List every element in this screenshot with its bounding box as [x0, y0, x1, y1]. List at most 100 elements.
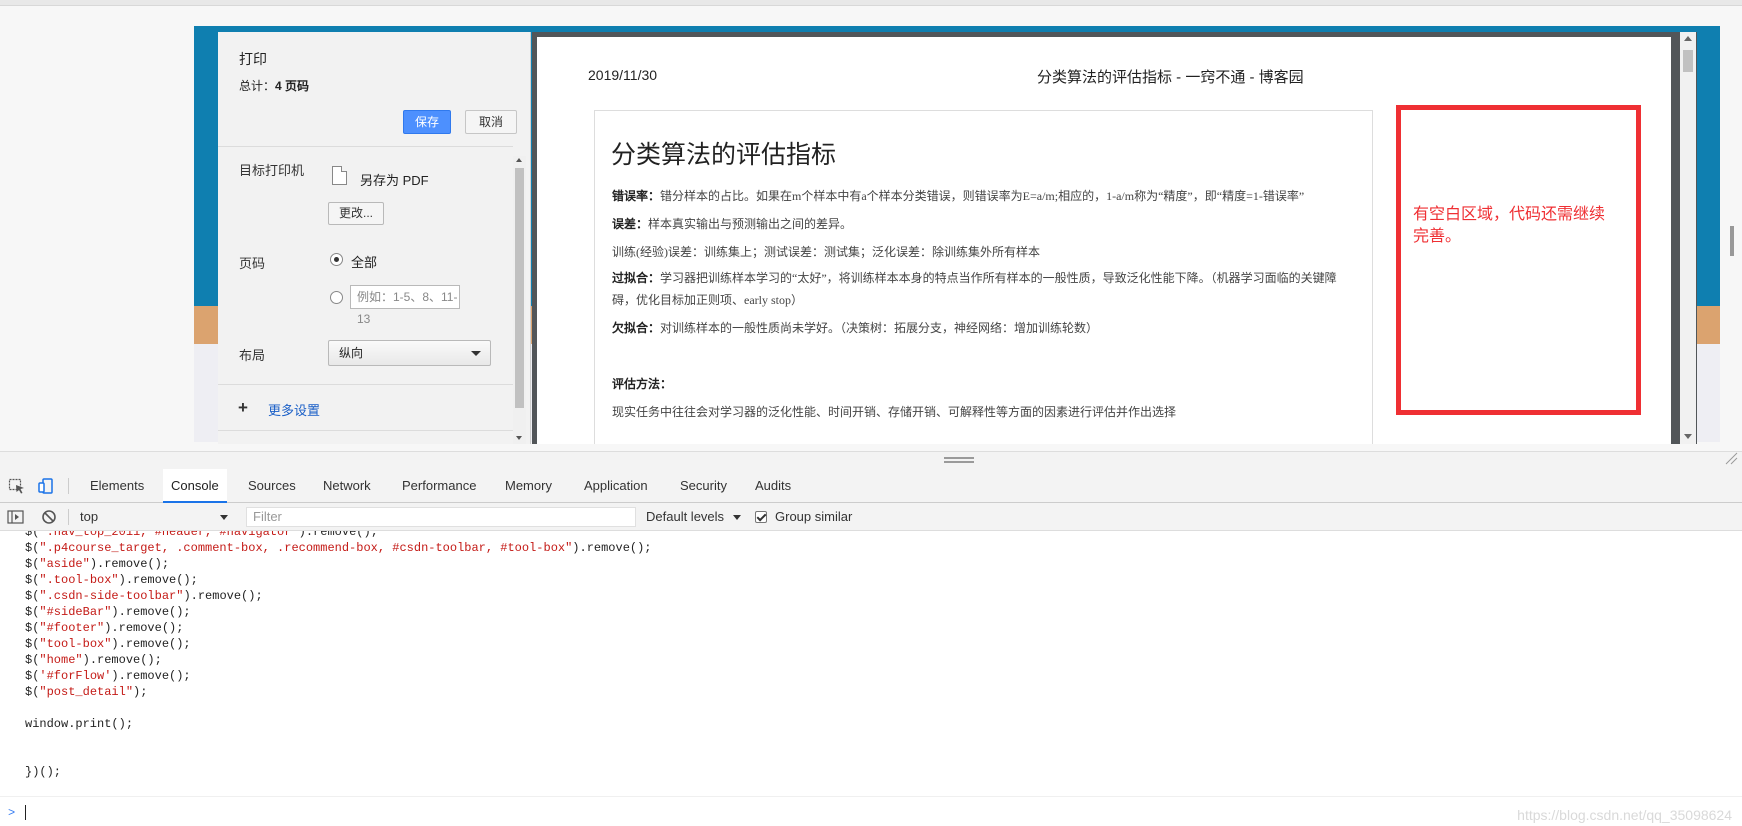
- plus-icon[interactable]: +: [238, 399, 248, 416]
- chevron-down-icon: [733, 515, 741, 520]
- devtools-resize-handle[interactable]: [0, 451, 1742, 469]
- chevron-down-icon: [471, 351, 481, 356]
- term-text: 对训练样本的一般性质尚未学好。（决策树：拓展分支，神经网络：增加训练轮数）: [660, 321, 1099, 335]
- console-filter-input[interactable]: Filter: [246, 507, 636, 527]
- console-line: $(".csdn-side-toolbar").remove();: [25, 589, 263, 603]
- tab-network[interactable]: Network: [315, 469, 379, 503]
- cancel-button[interactable]: 取消: [465, 110, 517, 134]
- divider: [218, 146, 513, 147]
- print-dialog-title: 打印: [239, 51, 267, 67]
- console-line: $("post_detail");: [25, 685, 148, 699]
- tab-security[interactable]: Security: [672, 469, 735, 503]
- term-text: 学习器把训练样本学习的“太好”，将训练样本本身的特点当作所有样本的一般性质，导致…: [612, 271, 1337, 307]
- resize-corner-icon[interactable]: [1724, 451, 1738, 465]
- scroll-down-icon[interactable]: [1684, 434, 1692, 439]
- term-label: 欠拟合：: [612, 321, 661, 335]
- console-line: $("tool-box").remove();: [25, 637, 191, 651]
- console-output[interactable]: $(".nav_top_2011, #header, #navigator").…: [0, 531, 1742, 826]
- change-destination-button[interactable]: 更改...: [328, 202, 384, 225]
- more-settings-link[interactable]: 更多设置: [268, 400, 320, 419]
- pages-label: 页码: [239, 256, 266, 271]
- print-total: 总计：4 页码: [239, 77, 309, 94]
- sidebar-toggle-icon[interactable]: [7, 509, 25, 525]
- article-paragraph: 欠拟合：对训练样本的一般性质尚未学好。（决策树：拓展分支，神经网络：增加训练轮数…: [612, 319, 1098, 336]
- scroll-up-icon[interactable]: [1684, 36, 1692, 41]
- destination-label: 目标打印机: [239, 163, 305, 178]
- article-box: 分类算法的评估指标 错误率：错分样本的占比。如果在m个样本中有a个样本分类错误，…: [594, 110, 1373, 444]
- save-button[interactable]: 保存: [403, 110, 451, 134]
- article-paragraph: 误差：样本真实输出与预测输出之间的差异。: [612, 215, 852, 232]
- prompt-chevron-icon: >: [8, 806, 16, 820]
- context-select[interactable]: top: [80, 509, 230, 524]
- group-similar-label[interactable]: Group similar: [775, 509, 852, 524]
- console-toolbar: top Filter Default levels Group similar: [0, 503, 1742, 531]
- pages-all-radio[interactable]: [330, 253, 343, 266]
- tab-console[interactable]: Console: [163, 469, 227, 503]
- clear-console-icon[interactable]: [40, 509, 58, 525]
- tab-performance[interactable]: Performance: [394, 469, 484, 503]
- tab-elements[interactable]: Elements: [82, 469, 152, 503]
- scrollbar-thumb[interactable]: [515, 168, 524, 408]
- console-line: $('#forFlow').remove();: [25, 669, 191, 683]
- article-title: 分类算法的评估指标: [611, 141, 837, 169]
- preview-date: 2019/11/30: [588, 67, 658, 83]
- text-cursor: [25, 805, 26, 820]
- console-line: })();: [25, 765, 62, 779]
- scrollbar-thumb[interactable]: [1683, 50, 1693, 72]
- log-levels-select[interactable]: Default levels: [646, 509, 724, 524]
- tab-application[interactable]: Application: [576, 469, 656, 503]
- divider: [68, 478, 69, 494]
- print-settings-panel: 打印 总计：4 页码 保存 取消 目标打印机 另存为 PDF 更改... 页码 …: [218, 32, 531, 444]
- layout-label: 布局: [239, 348, 266, 363]
- annotation-box: 有空白区域，代码还需继续完善。: [1396, 105, 1641, 415]
- article-paragraph: 错误率：错分样本的占比。如果在m个样本中有a个样本分类错误，则错误率为E=a/m…: [612, 187, 1304, 204]
- device-toolbar-icon[interactable]: [38, 478, 56, 494]
- article-paragraph: 训练(经验)误差：训练集上；测试误差：测试集；泛化误差：除训练集外所有样本: [612, 245, 1040, 259]
- term-label: 误差：: [612, 217, 649, 231]
- inspect-element-icon[interactable]: [8, 478, 26, 494]
- tab-sources[interactable]: Sources: [240, 469, 304, 503]
- console-line: $("aside").remove();: [25, 557, 170, 571]
- section-label: 评估方法：: [612, 377, 673, 391]
- print-total-label: 总计：: [239, 79, 276, 93]
- article-paragraph: 评估方法：: [612, 375, 672, 392]
- pages-custom-input[interactable]: 例如：1-5、8、11-13: [350, 285, 460, 326]
- console-line: $(".nav_top_2011, #header, #navigator").…: [25, 531, 378, 539]
- term-text: 样本真实输出与预测输出之间的差异。: [648, 217, 853, 231]
- devtools-tab-bar: Elements Console Sources Network Perform…: [0, 469, 1742, 503]
- print-preview-page: 2019/11/30 分类算法的评估指标 - 一窍不通 - 博客园 分类算法的评…: [537, 37, 1671, 444]
- divider: [218, 384, 513, 385]
- resize-grip-icon[interactable]: [1730, 226, 1734, 256]
- settings-scrollbar[interactable]: [513, 156, 526, 444]
- term-label: 过拟合：: [612, 271, 661, 285]
- preview-header-title: 分类算法的评估指标 - 一窍不通 - 博客园: [1037, 69, 1304, 86]
- console-line: $("home").remove();: [25, 653, 162, 667]
- annotation-note: 有空白区域，代码还需继续完善。: [1413, 206, 1606, 245]
- pdf-file-icon: [332, 166, 347, 185]
- console-line: $("#footer").remove();: [25, 621, 184, 635]
- pages-all-label[interactable]: 全部: [351, 252, 377, 271]
- console-prompt[interactable]: > https://blog.csdn.net/qq_35098624: [0, 796, 1742, 826]
- divider: [218, 430, 513, 431]
- drag-handle-icon[interactable]: [944, 457, 974, 463]
- article-paragraph: 现实任务中往往会对学习器的泛化性能、时间开销、存储开销、可解释性等方面的因素进行…: [612, 405, 1177, 419]
- term-label: 错误率：: [612, 189, 661, 203]
- pages-custom-radio[interactable]: [330, 291, 343, 304]
- scroll-down-icon[interactable]: [516, 436, 522, 440]
- scroll-up-icon[interactable]: [516, 158, 522, 162]
- print-total-value: 4 页码: [275, 79, 310, 93]
- destination-value: 另存为 PDF: [360, 173, 429, 188]
- console-line: $(".p4course_target, .comment-box, .reco…: [25, 541, 652, 555]
- tab-audits[interactable]: Audits: [747, 469, 799, 503]
- chevron-down-icon: [220, 515, 228, 520]
- article-paragraph: 过拟合：学习器把训练样本学习的“太好”，将训练样本本身的特点当作所有样本的一般性…: [612, 267, 1357, 311]
- console-line: $(".tool-box").remove();: [25, 573, 198, 587]
- layout-select-value: 纵向: [339, 346, 364, 360]
- group-similar-checkbox[interactable]: [755, 511, 767, 523]
- preview-scrollbar[interactable]: [1680, 32, 1696, 444]
- watermark: https://blog.csdn.net/qq_35098624: [1517, 807, 1732, 823]
- layout-select[interactable]: 纵向: [328, 340, 491, 366]
- term-text: 错分样本的占比。如果在m个样本中有a个样本分类错误，则错误率为E=a/m;相应的…: [660, 189, 1305, 203]
- tab-memory[interactable]: Memory: [497, 469, 560, 503]
- divider: [68, 509, 69, 525]
